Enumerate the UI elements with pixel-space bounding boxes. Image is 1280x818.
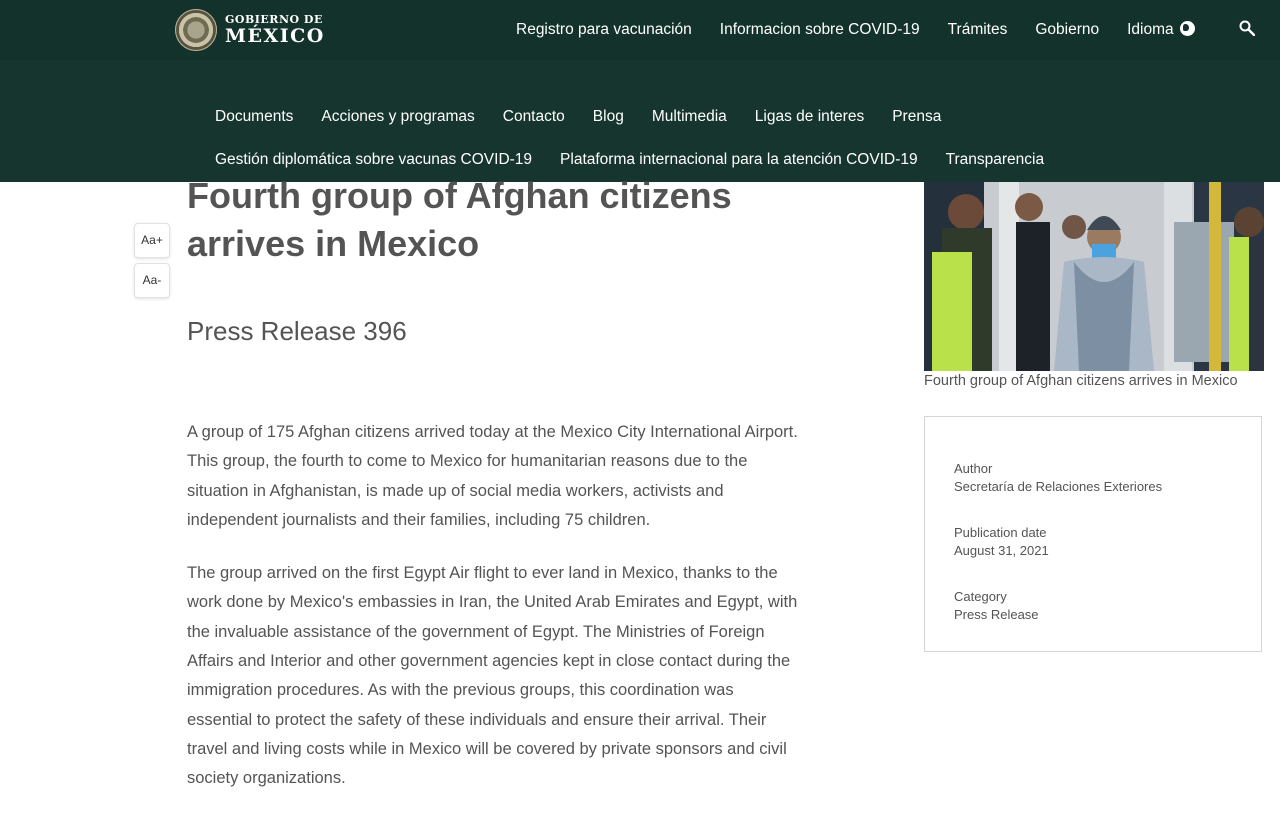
article-title: Fourth group of Afghan citizens arrives … — [187, 175, 732, 264]
sub-nav: Documents Acciones y programas Contacto … — [0, 60, 1280, 182]
subnav-row-1: Documents Acciones y programas Contacto … — [215, 108, 969, 126]
date-label: Publication date — [954, 525, 1047, 540]
author-label: Author — [954, 461, 993, 476]
article-paragraph: The group arrived on the first Egypt Air… — [187, 564, 798, 788]
subnav-gestion-vacunas[interactable]: Gestión diplomática sobre vacunas COVID-… — [215, 151, 532, 169]
globe-icon — [1179, 21, 1195, 36]
coat-of-arms-icon — [175, 9, 217, 51]
subnav-multimedia[interactable]: Multimedia — [652, 108, 727, 126]
subnav-blog[interactable]: Blog — [593, 108, 624, 126]
nav-informacion-covid[interactable]: Informacion sobre COVID-19 — [720, 21, 920, 39]
nav-registro-vacunacion[interactable]: Registro para vacunación — [516, 21, 692, 39]
category-label: Category — [954, 589, 1007, 604]
subnav-acciones-programas[interactable]: Acciones y programas — [321, 108, 474, 126]
top-nav: Registro para vacunación Informacion sob… — [516, 0, 1223, 60]
subnav-plataforma-covid[interactable]: Plataforma internacional para la atenció… — [560, 151, 918, 169]
search-icon[interactable] — [1239, 20, 1255, 36]
date-value: August 31, 2021 — [954, 543, 1049, 558]
article-photo — [924, 182, 1264, 371]
nav-tramites[interactable]: Trámites — [948, 21, 1008, 39]
logo-small-text: GOBIERNO DE — [225, 13, 323, 26]
article-body: A group of 175 Afghan citizens arrived t… — [187, 418, 799, 818]
metadata-date: Publication date August 31, 2021 — [954, 524, 1049, 560]
subnav-row-2: Gestión diplomática sobre vacunas COVID-… — [215, 151, 1072, 169]
metadata-category: Category Press Release — [954, 588, 1039, 624]
category-value: Press Release — [954, 607, 1039, 622]
logo-big-text: MÉXICO — [225, 25, 325, 47]
article-paragraph: A group of 175 Afghan citizens arrived t… — [187, 423, 798, 529]
photo-illustration — [924, 182, 1264, 371]
article-metadata: Author Secretaría de Relaciones Exterior… — [924, 416, 1262, 652]
nav-gobierno[interactable]: Gobierno — [1035, 21, 1099, 39]
increase-font-button[interactable]: Aa+ — [134, 223, 170, 258]
article-subtitle: Press Release 396 — [187, 316, 407, 346]
metadata-author: Author Secretaría de Relaciones Exterior… — [954, 460, 1162, 496]
photo-caption: Fourth group of Afghan citizens arrives … — [924, 373, 1238, 389]
subnav-documents[interactable]: Documents — [215, 108, 293, 126]
top-header: GOBIERNO DE MÉXICO Registro para vacunac… — [0, 0, 1280, 60]
author-value: Secretaría de Relaciones Exteriores — [954, 479, 1163, 494]
gobierno-logo[interactable]: GOBIERNO DE MÉXICO — [175, 9, 325, 51]
subnav-ligas-interes[interactable]: Ligas de interes — [755, 108, 864, 126]
decrease-font-button[interactable]: Aa- — [134, 263, 170, 298]
nav-idioma[interactable]: Idioma — [1127, 21, 1195, 39]
nav-idioma-label: Idioma — [1127, 21, 1174, 38]
subnav-prensa[interactable]: Prensa — [892, 108, 941, 126]
subnav-transparencia[interactable]: Transparencia — [946, 151, 1045, 169]
subnav-contacto[interactable]: Contacto — [503, 108, 565, 126]
